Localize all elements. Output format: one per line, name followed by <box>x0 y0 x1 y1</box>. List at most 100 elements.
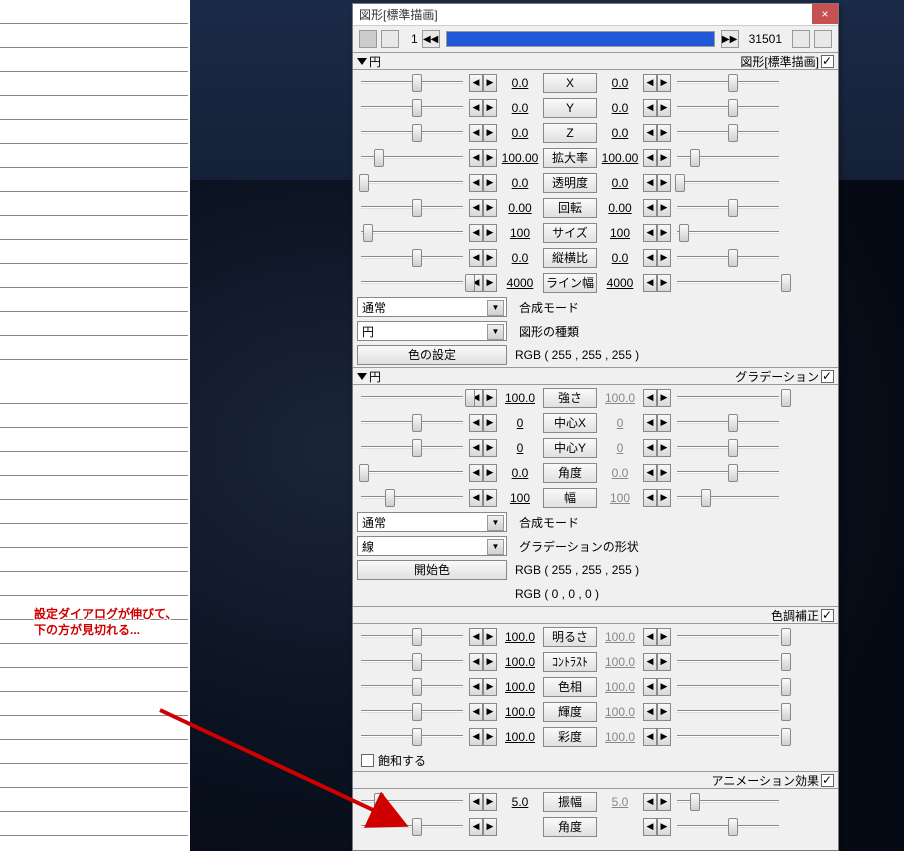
slider-left[interactable] <box>357 730 467 744</box>
spin-right-btn[interactable]: ▶ <box>483 818 497 836</box>
value-right[interactable]: 100.0 <box>599 680 641 694</box>
spin-left-btn[interactable]: ◀ <box>643 793 657 811</box>
slider-right[interactable] <box>673 730 783 744</box>
shape-type-dropdown[interactable]: 円 <box>357 321 507 341</box>
value-right[interactable]: 0.0 <box>599 126 641 140</box>
value-right[interactable]: 0.0 <box>599 76 641 90</box>
param-label-button[interactable]: 縦横比 <box>543 248 597 268</box>
spin-left-btn[interactable]: ◀ <box>643 389 657 407</box>
spin-right-btn[interactable]: ▶ <box>483 414 497 432</box>
spin-right-btn[interactable]: ▶ <box>483 653 497 671</box>
titlebar[interactable]: 図形[標準描画] × <box>353 4 838 26</box>
slider-left[interactable] <box>357 680 467 694</box>
spin-right-btn[interactable]: ▶ <box>483 678 497 696</box>
spin-left-btn[interactable]: ◀ <box>469 174 483 192</box>
value-right[interactable]: 100.0 <box>599 730 641 744</box>
slider-right[interactable] <box>673 466 783 480</box>
spin-left-btn[interactable]: ◀ <box>469 703 483 721</box>
slider-right[interactable] <box>673 680 783 694</box>
tool-icon-4[interactable] <box>814 30 832 48</box>
param-label-button[interactable]: 中心X <box>543 413 597 433</box>
spin-right-btn[interactable]: ▶ <box>657 124 671 142</box>
spin-right-btn[interactable]: ▶ <box>483 149 497 167</box>
slider-left[interactable] <box>357 126 467 140</box>
spin-right-btn[interactable]: ▶ <box>483 199 497 217</box>
value-left[interactable]: 100.0 <box>499 391 541 405</box>
slider-left[interactable] <box>357 441 467 455</box>
spin-left-btn[interactable]: ◀ <box>643 274 657 292</box>
spin-left-btn[interactable]: ◀ <box>643 703 657 721</box>
grad-shape-dropdown[interactable]: 線 <box>357 536 507 556</box>
slider-right[interactable] <box>673 151 783 165</box>
slider-left[interactable] <box>357 491 467 505</box>
value-right[interactable]: 100 <box>599 226 641 240</box>
spin-right-btn[interactable]: ▶ <box>657 439 671 457</box>
param-label-button[interactable]: 強さ <box>543 388 597 408</box>
spin-left-btn[interactable]: ◀ <box>643 249 657 267</box>
spin-right-btn[interactable]: ▶ <box>483 389 497 407</box>
blend-mode-dropdown[interactable]: 通常 <box>357 297 507 317</box>
frame-total[interactable]: 31501 <box>749 32 782 46</box>
section1-checkbox[interactable] <box>821 55 834 68</box>
value-left[interactable]: 100.0 <box>499 680 541 694</box>
rewind-button[interactable]: ◀◀ <box>422 30 440 48</box>
spin-right-btn[interactable]: ▶ <box>657 653 671 671</box>
param-label-button[interactable]: 透明度 <box>543 173 597 193</box>
slider-right[interactable] <box>673 655 783 669</box>
spin-left-btn[interactable]: ◀ <box>469 678 483 696</box>
section2-checkbox[interactable] <box>821 370 834 383</box>
value-left[interactable]: 0.0 <box>499 76 541 90</box>
spin-right-btn[interactable]: ▶ <box>657 389 671 407</box>
value-right[interactable]: 0.0 <box>599 101 641 115</box>
spin-right-btn[interactable]: ▶ <box>483 249 497 267</box>
section2-header[interactable]: 円 グラデーション <box>353 367 838 385</box>
slider-right[interactable] <box>673 226 783 240</box>
spin-right-btn[interactable]: ▶ <box>657 818 671 836</box>
tool-icon-3[interactable] <box>792 30 810 48</box>
section4-header[interactable]: アニメーション効果 <box>353 771 838 789</box>
spin-left-btn[interactable]: ◀ <box>469 74 483 92</box>
slider-right[interactable] <box>673 416 783 430</box>
spin-right-btn[interactable]: ▶ <box>657 793 671 811</box>
value-left[interactable]: 100.0 <box>499 730 541 744</box>
forward-button[interactable]: ▶▶ <box>721 30 739 48</box>
value-left[interactable]: 0.0 <box>499 176 541 190</box>
slider-right[interactable] <box>673 820 783 834</box>
slider-left[interactable] <box>357 101 467 115</box>
slider-right[interactable] <box>673 201 783 215</box>
slider-right[interactable] <box>673 176 783 190</box>
param-label-button[interactable]: Y <box>543 98 597 118</box>
saturate-checkbox[interactable] <box>361 754 374 767</box>
spin-left-btn[interactable]: ◀ <box>469 489 483 507</box>
slider-right[interactable] <box>673 795 783 809</box>
spin-right-btn[interactable]: ▶ <box>483 703 497 721</box>
slider-left[interactable] <box>357 466 467 480</box>
spin-left-btn[interactable]: ◀ <box>469 439 483 457</box>
value-left[interactable]: 100 <box>499 491 541 505</box>
slider-right[interactable] <box>673 101 783 115</box>
slider-right[interactable] <box>673 126 783 140</box>
spin-left-btn[interactable]: ◀ <box>469 653 483 671</box>
value-left[interactable]: 100.0 <box>499 630 541 644</box>
slider-left[interactable] <box>357 251 467 265</box>
spin-right-btn[interactable]: ▶ <box>483 728 497 746</box>
spin-right-btn[interactable]: ▶ <box>657 628 671 646</box>
param-label-button[interactable]: 中心Y <box>543 438 597 458</box>
value-left[interactable]: 0.00 <box>499 201 541 215</box>
param-label-button[interactable]: Z <box>543 123 597 143</box>
spin-left-btn[interactable]: ◀ <box>643 678 657 696</box>
spin-left-btn[interactable]: ◀ <box>469 249 483 267</box>
spin-left-btn[interactable]: ◀ <box>643 728 657 746</box>
param-label-button[interactable]: 彩度 <box>543 727 597 747</box>
slider-left[interactable] <box>357 176 467 190</box>
tool-icon-1[interactable] <box>359 30 377 48</box>
section3-header[interactable]: 色調補正 <box>353 606 838 624</box>
param-label-button[interactable]: サイズ <box>543 223 597 243</box>
tool-icon-2[interactable] <box>381 30 399 48</box>
spin-right-btn[interactable]: ▶ <box>657 464 671 482</box>
slider-left[interactable] <box>357 416 467 430</box>
spin-right-btn[interactable]: ▶ <box>483 464 497 482</box>
spin-right-btn[interactable]: ▶ <box>657 149 671 167</box>
slider-left[interactable] <box>357 276 467 290</box>
slider-left[interactable] <box>357 76 467 90</box>
